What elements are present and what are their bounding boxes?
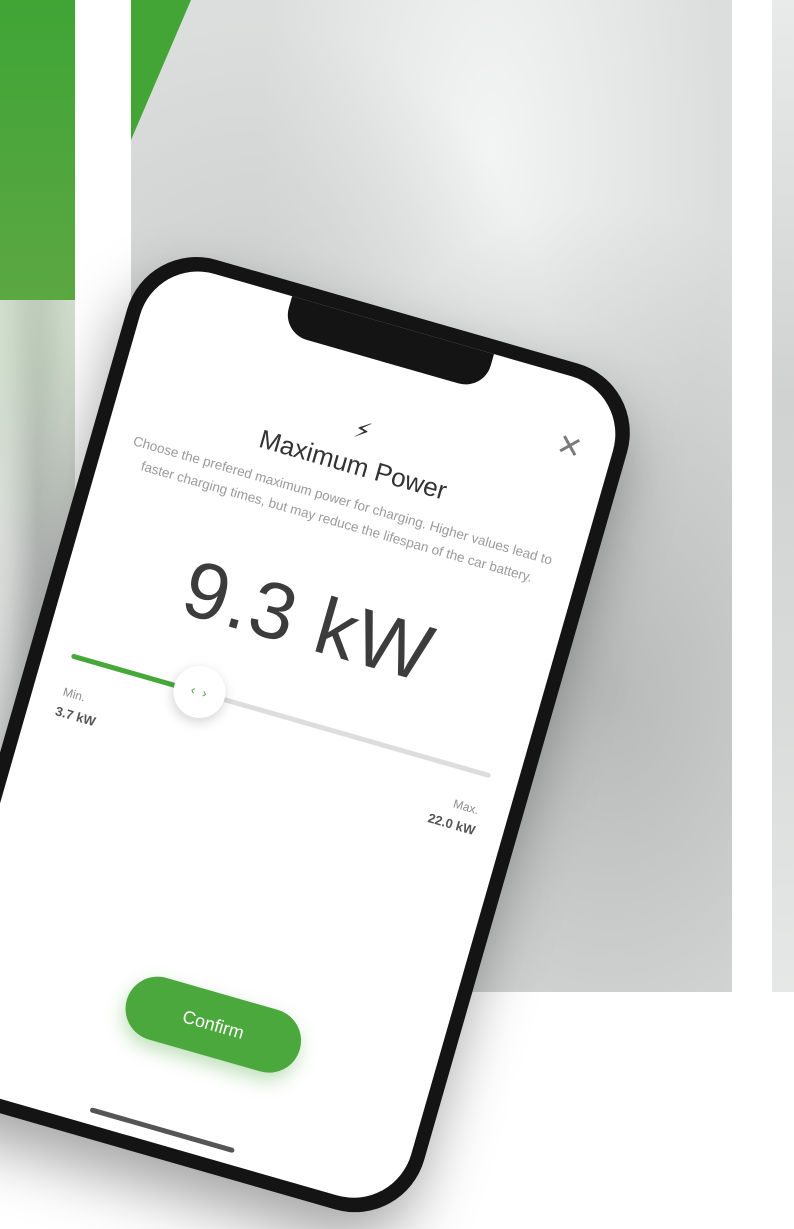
home-indicator	[89, 1107, 236, 1154]
background-right-strip	[772, 0, 794, 992]
min-label: Min.	[61, 684, 88, 705]
confirm-button[interactable]: Confirm	[117, 969, 309, 1081]
phone-screen: ✕ ⚡ Maximum Power Choose the prefered ma…	[0, 257, 630, 1212]
power-slider-knob[interactable]: ‹ ›	[167, 659, 233, 725]
min-value: 3.7 kW	[53, 703, 98, 730]
max-label: Max.	[451, 796, 481, 818]
close-icon[interactable]: ✕	[553, 428, 586, 467]
